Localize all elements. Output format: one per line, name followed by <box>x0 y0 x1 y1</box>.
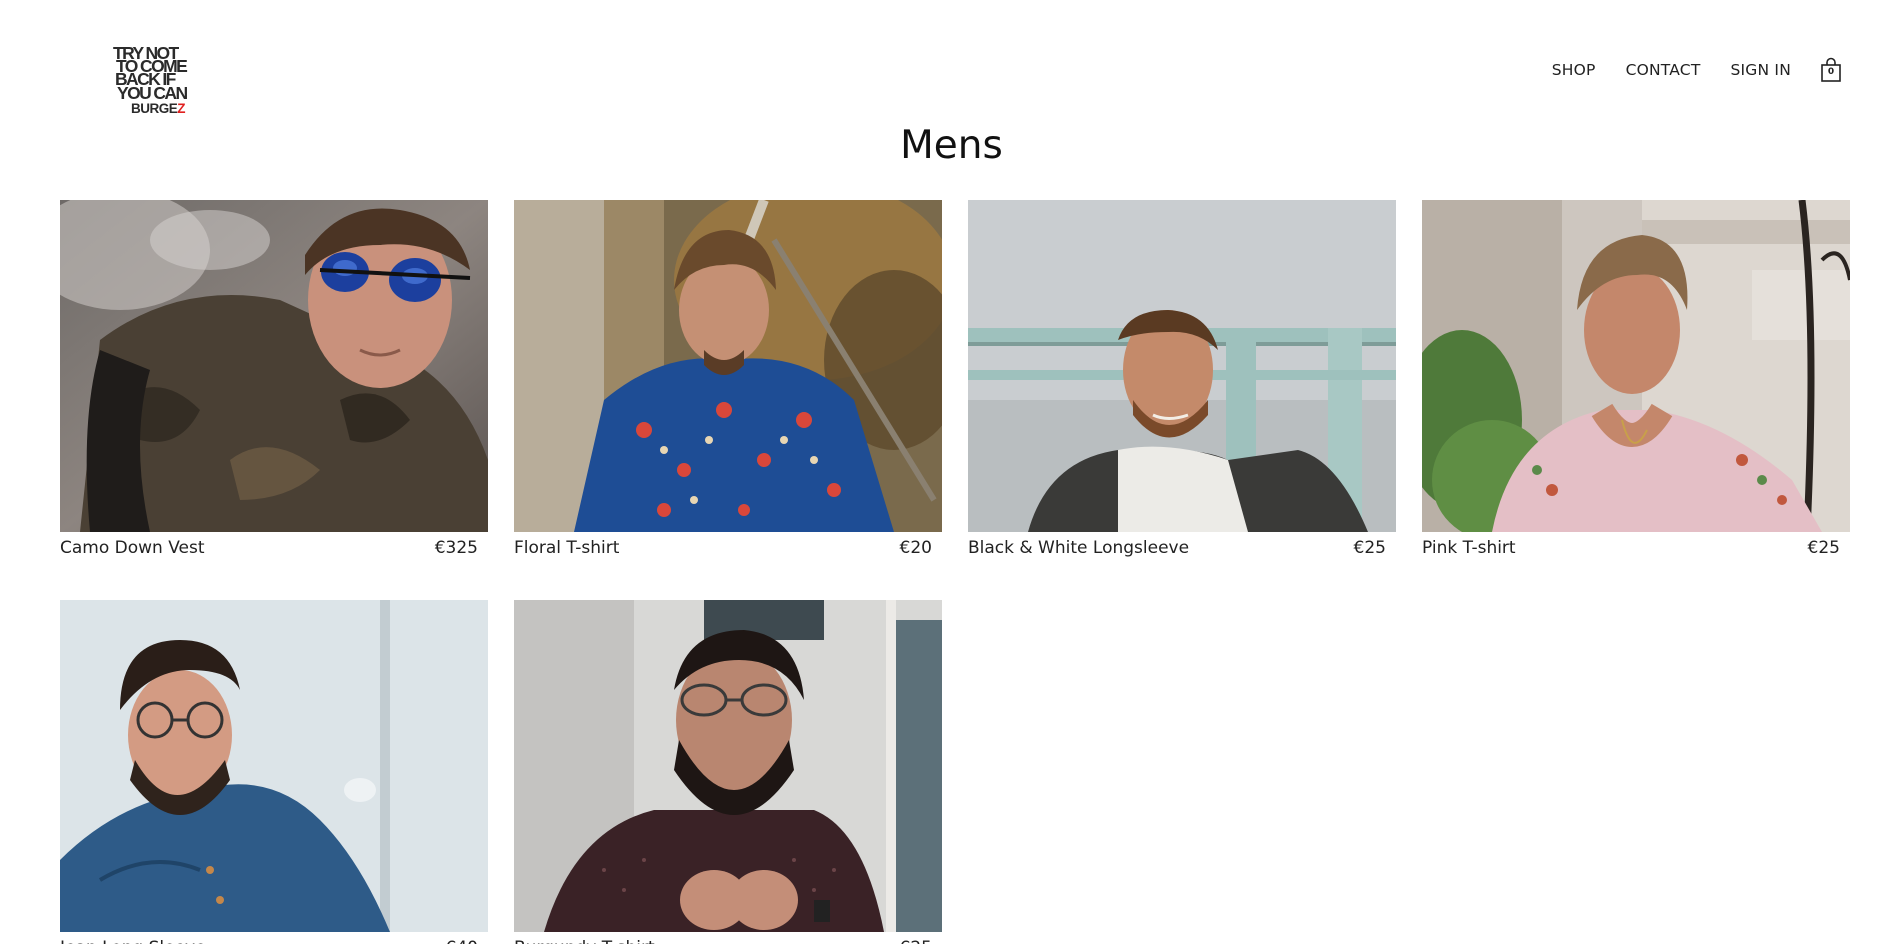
product-info: Jean Long Sleeve €40 <box>60 932 488 944</box>
product-image[interactable] <box>514 600 942 932</box>
product-image[interactable] <box>60 600 488 932</box>
product-photo <box>60 600 488 932</box>
product-info: Pink T-shirt €25 <box>1422 532 1850 564</box>
logo-brand-main: BURGE <box>131 100 178 116</box>
product-card[interactable]: Burgundy T-shirt €25 <box>514 600 942 944</box>
product-card[interactable]: Camo Down Vest €325 <box>60 200 488 564</box>
product-price: €25 <box>900 932 932 944</box>
page-title: Mens <box>900 123 1003 168</box>
nav-sign-in-link[interactable]: SIGN IN <box>1730 58 1791 82</box>
product-photo <box>60 200 488 532</box>
product-card[interactable]: Jean Long Sleeve €40 <box>60 600 488 944</box>
product-info: Camo Down Vest €325 <box>60 532 488 564</box>
product-image[interactable] <box>514 200 942 532</box>
product-name[interactable]: Floral T-shirt <box>514 532 619 564</box>
product-name[interactable]: Camo Down Vest <box>60 532 205 564</box>
logo-brand-accent: Z <box>177 100 186 116</box>
product-name[interactable]: Black & White Longsleeve <box>968 532 1189 564</box>
logo-brand: BURGEZ <box>113 100 213 116</box>
product-info: Floral T-shirt €20 <box>514 532 942 564</box>
product-price: €40 <box>446 932 478 944</box>
product-info: Black & White Longsleeve €25 <box>968 532 1396 564</box>
main-nav: SHOP CONTACT SIGN IN 0 <box>1522 57 1843 83</box>
product-name[interactable]: Burgundy T-shirt <box>514 932 655 944</box>
product-photo <box>514 600 942 932</box>
page: TRY NOT TO COME BACK IF YOU CAN BURGEZ S… <box>0 0 1903 944</box>
product-name[interactable]: Jean Long Sleeve <box>60 932 206 944</box>
site-logo[interactable]: TRY NOT TO COME BACK IF YOU CAN BURGEZ <box>113 44 213 127</box>
product-card[interactable]: Floral T-shirt €20 <box>514 200 942 564</box>
product-image[interactable] <box>968 200 1396 532</box>
product-photo <box>514 200 942 532</box>
nav-contact-link[interactable]: CONTACT <box>1626 58 1701 82</box>
logo-text-line: YOU CAN <box>117 82 188 103</box>
product-card[interactable]: Pink T-shirt €25 <box>1422 200 1850 564</box>
product-photo <box>1422 200 1850 532</box>
product-image[interactable] <box>1422 200 1850 532</box>
product-info: Burgundy T-shirt €25 <box>514 932 942 944</box>
cart-button[interactable]: 0 <box>1819 57 1843 83</box>
product-name[interactable]: Pink T-shirt <box>1422 532 1516 564</box>
product-price: €25 <box>1353 538 1386 558</box>
product-grid: Camo Down Vest €325 Floral T-shirt €20 B… <box>60 200 1850 944</box>
product-price: €325 <box>434 538 478 558</box>
product-price: €20 <box>899 538 932 558</box>
product-card[interactable]: Black & White Longsleeve €25 <box>968 200 1396 564</box>
product-image[interactable] <box>60 200 488 532</box>
nav-shop-link[interactable]: SHOP <box>1552 58 1596 82</box>
product-price: €25 <box>1807 538 1840 558</box>
product-photo <box>968 200 1396 532</box>
cart-count-badge: 0 <box>1827 67 1835 77</box>
